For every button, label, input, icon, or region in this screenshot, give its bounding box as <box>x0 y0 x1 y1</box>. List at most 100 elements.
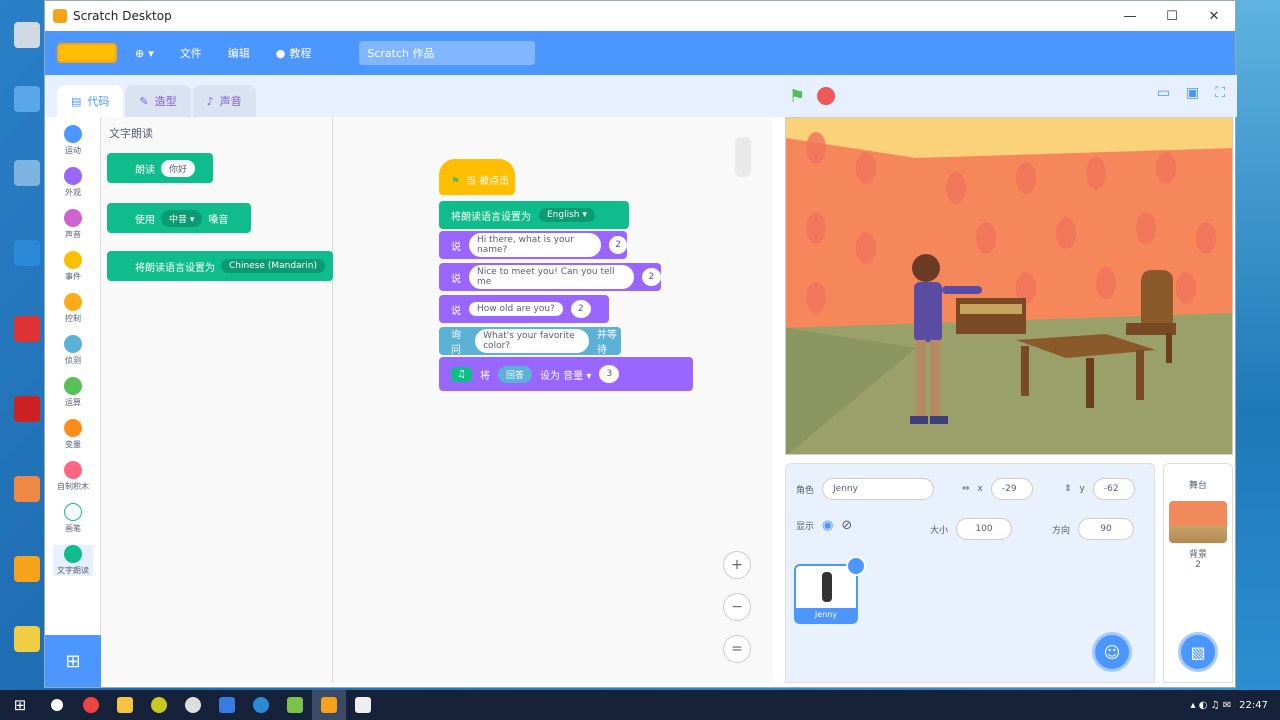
line-arg[interactable]: What's your favorite color? <box>475 329 589 353</box>
line-arg[interactable]: 回答 <box>497 365 532 383</box>
line-arg[interactable]: Hi there, what is your name? <box>469 233 602 257</box>
desktop-icon-network[interactable] <box>14 86 40 112</box>
scratch-logo[interactable] <box>57 43 117 63</box>
line-arg[interactable]: How old are you? <box>469 302 563 316</box>
stage-canvas[interactable] <box>785 117 1233 455</box>
category-sensing[interactable]: 侦测 <box>53 335 93 366</box>
project-title-input[interactable]: Scratch 作品 <box>359 41 536 65</box>
category-text-to-speech[interactable]: 文字朗读 <box>53 545 93 576</box>
script-say-1[interactable]: 说 Hi there, what is your name? 2 <box>439 231 627 259</box>
line-arg[interactable]: English ▾ <box>539 208 595 222</box>
block-set-language[interactable]: 将朗读语言设置为 Chinese (Mandarin) <box>107 251 333 281</box>
script-say-3[interactable]: 说 How old are you? 2 <box>439 295 609 323</box>
script-set-language[interactable]: 将朗读语言设置为 English ▾ <box>439 201 629 229</box>
stop-button[interactable] <box>817 87 836 105</box>
green-flag-button[interactable]: ⚑ <box>789 86 805 107</box>
line-num[interactable]: 2 <box>641 268 661 286</box>
size-input[interactable]: 100 <box>956 518 1013 540</box>
large-stage-icon[interactable]: ▣ <box>1186 85 1199 101</box>
sprite-thumbnail[interactable]: Jenny <box>794 556 866 624</box>
desktop-icon-computer[interactable] <box>14 22 40 48</box>
clock[interactable]: 22:47 <box>1239 700 1268 711</box>
sprite-name-input[interactable]: Jenny <box>822 478 935 500</box>
desktop-icon-app[interactable] <box>14 476 40 502</box>
scripts-area[interactable]: ⚑ 当 被点击 将朗读语言设置为 English ▾ 说 Hi there, w… <box>333 117 773 683</box>
small-stage-icon[interactable]: ▭ <box>1157 85 1170 101</box>
taskbar-ie[interactable] <box>244 690 278 720</box>
stage-backdrop-pane[interactable]: 舞台 背景 2 ▧ <box>1163 463 1233 683</box>
taskbar-chrome[interactable] <box>74 690 108 720</box>
taskbar-app-green[interactable] <box>278 690 312 720</box>
script-ask[interactable]: 询问 What's your favorite color? 并等待 <box>439 327 621 356</box>
category-sound[interactable]: 声音 <box>53 209 93 240</box>
taskbar-search[interactable] <box>40 690 74 720</box>
minimize-button[interactable]: — <box>1109 1 1151 31</box>
category-motion[interactable]: 运动 <box>53 125 93 156</box>
category-my-blocks[interactable]: 自制积木 <box>53 461 93 492</box>
show-row: 显示 ◉ ⊘ <box>796 518 852 533</box>
block-palette: 文字朗读 朗读 你好 使用 中音 ▾ 嗓音 将朗读语言设置为 Chinese (… <box>101 117 333 683</box>
zoom-out-button[interactable]: − <box>723 593 751 621</box>
language-menu[interactable]: ⊕ ▾ <box>127 47 162 60</box>
category-label: 画笔 <box>65 524 81 533</box>
category-looks[interactable]: 外观 <box>53 167 93 198</box>
taskbar-scratch[interactable] <box>312 690 346 720</box>
y-input[interactable]: -62 <box>1092 478 1135 500</box>
desktop-icon-scratch[interactable] <box>14 556 40 582</box>
choose-sprite-button[interactable]: ☺ <box>1092 632 1132 672</box>
line-num[interactable]: 2 <box>609 236 627 254</box>
tab-costumes[interactable]: ✎ 造型 <box>125 85 191 117</box>
line-num[interactable]: 3 <box>599 365 620 383</box>
choose-backdrop-button[interactable]: ▧ <box>1178 632 1218 672</box>
sprite-name-row: 角色 Jenny <box>796 478 935 500</box>
taskbar-explorer[interactable] <box>108 690 142 720</box>
fullscreen-icon[interactable]: ⛶ <box>1215 85 1225 101</box>
delete-sprite-button[interactable] <box>846 556 866 576</box>
show-hidden-icon[interactable]: ⊘ <box>841 518 852 533</box>
block-arg[interactable]: 中音 ▾ <box>161 209 203 227</box>
taskbar-app-blue[interactable] <box>210 690 244 720</box>
tutorials-button[interactable]: ● 教程 <box>268 45 320 61</box>
zoom-reset-button[interactable]: = <box>723 635 751 663</box>
menu-edit[interactable]: 编辑 <box>220 45 258 61</box>
category-operators[interactable]: 运算 <box>53 377 93 408</box>
block-speak[interactable]: 朗读 你好 <box>107 153 213 183</box>
category-pen[interactable]: 画笔 <box>53 503 93 534</box>
zoom-in-button[interactable]: + <box>723 551 751 579</box>
block-arg[interactable]: 你好 <box>161 159 196 177</box>
desktop-icon-recycle[interactable] <box>14 160 40 186</box>
taskbar-notepad[interactable] <box>346 690 380 720</box>
category-variables[interactable]: 变量 <box>53 419 93 450</box>
x-input[interactable]: -29 <box>990 478 1033 500</box>
script-say-2[interactable]: 说 Nice to meet you! Can you tell me 2 <box>439 263 661 291</box>
tab-code-label: 代码 <box>87 95 110 108</box>
block-set-voice[interactable]: 使用 中音 ▾ 嗓音 <box>107 203 251 233</box>
taskbar-app-yellow[interactable] <box>142 690 176 720</box>
backdrop-thumbnail[interactable] <box>1169 501 1227 543</box>
add-extension-button[interactable]: ⊞ <box>45 635 101 687</box>
category-control[interactable]: 控制 <box>53 293 93 324</box>
line-suffix[interactable]: 设为 音量 ▾ <box>540 367 591 382</box>
menu-file[interactable]: 文件 <box>172 45 210 61</box>
chevron-down-icon: ▾ <box>148 46 154 60</box>
show-visible-icon[interactable]: ◉ <box>822 518 833 533</box>
taskbar-app-circle[interactable] <box>176 690 210 720</box>
block-arg[interactable]: Chinese (Mandarin) <box>221 259 325 273</box>
script-set-effect[interactable]: ♫ 将 回答 设为 音量 ▾ 3 <box>439 357 693 391</box>
desktop-icon-creative[interactable] <box>14 396 40 422</box>
tab-code[interactable]: ▤ 代码 <box>57 85 124 117</box>
tray-icons[interactable]: ▴ ◐ ♫ ✉ <box>1191 700 1232 711</box>
category-events[interactable]: 事件 <box>53 251 93 282</box>
line-num[interactable]: 2 <box>570 300 591 318</box>
close-button[interactable]: ✕ <box>1193 1 1235 31</box>
tab-sounds[interactable]: ♪ 声音 <box>192 85 256 117</box>
category-label: 变量 <box>65 440 81 449</box>
desktop-icon-folder[interactable] <box>14 626 40 652</box>
maximize-button[interactable]: ☐ <box>1151 1 1193 31</box>
windows-start-button[interactable]: ⊞ <box>0 690 40 720</box>
line-arg[interactable]: Nice to meet you! Can you tell me <box>469 265 634 289</box>
when-flag-clicked-block[interactable]: ⚑ 当 被点击 <box>439 159 515 195</box>
desktop-icon-ie[interactable] <box>14 240 40 266</box>
desktop-icon-adobe[interactable] <box>14 316 40 342</box>
direction-input[interactable]: 90 <box>1078 518 1135 540</box>
